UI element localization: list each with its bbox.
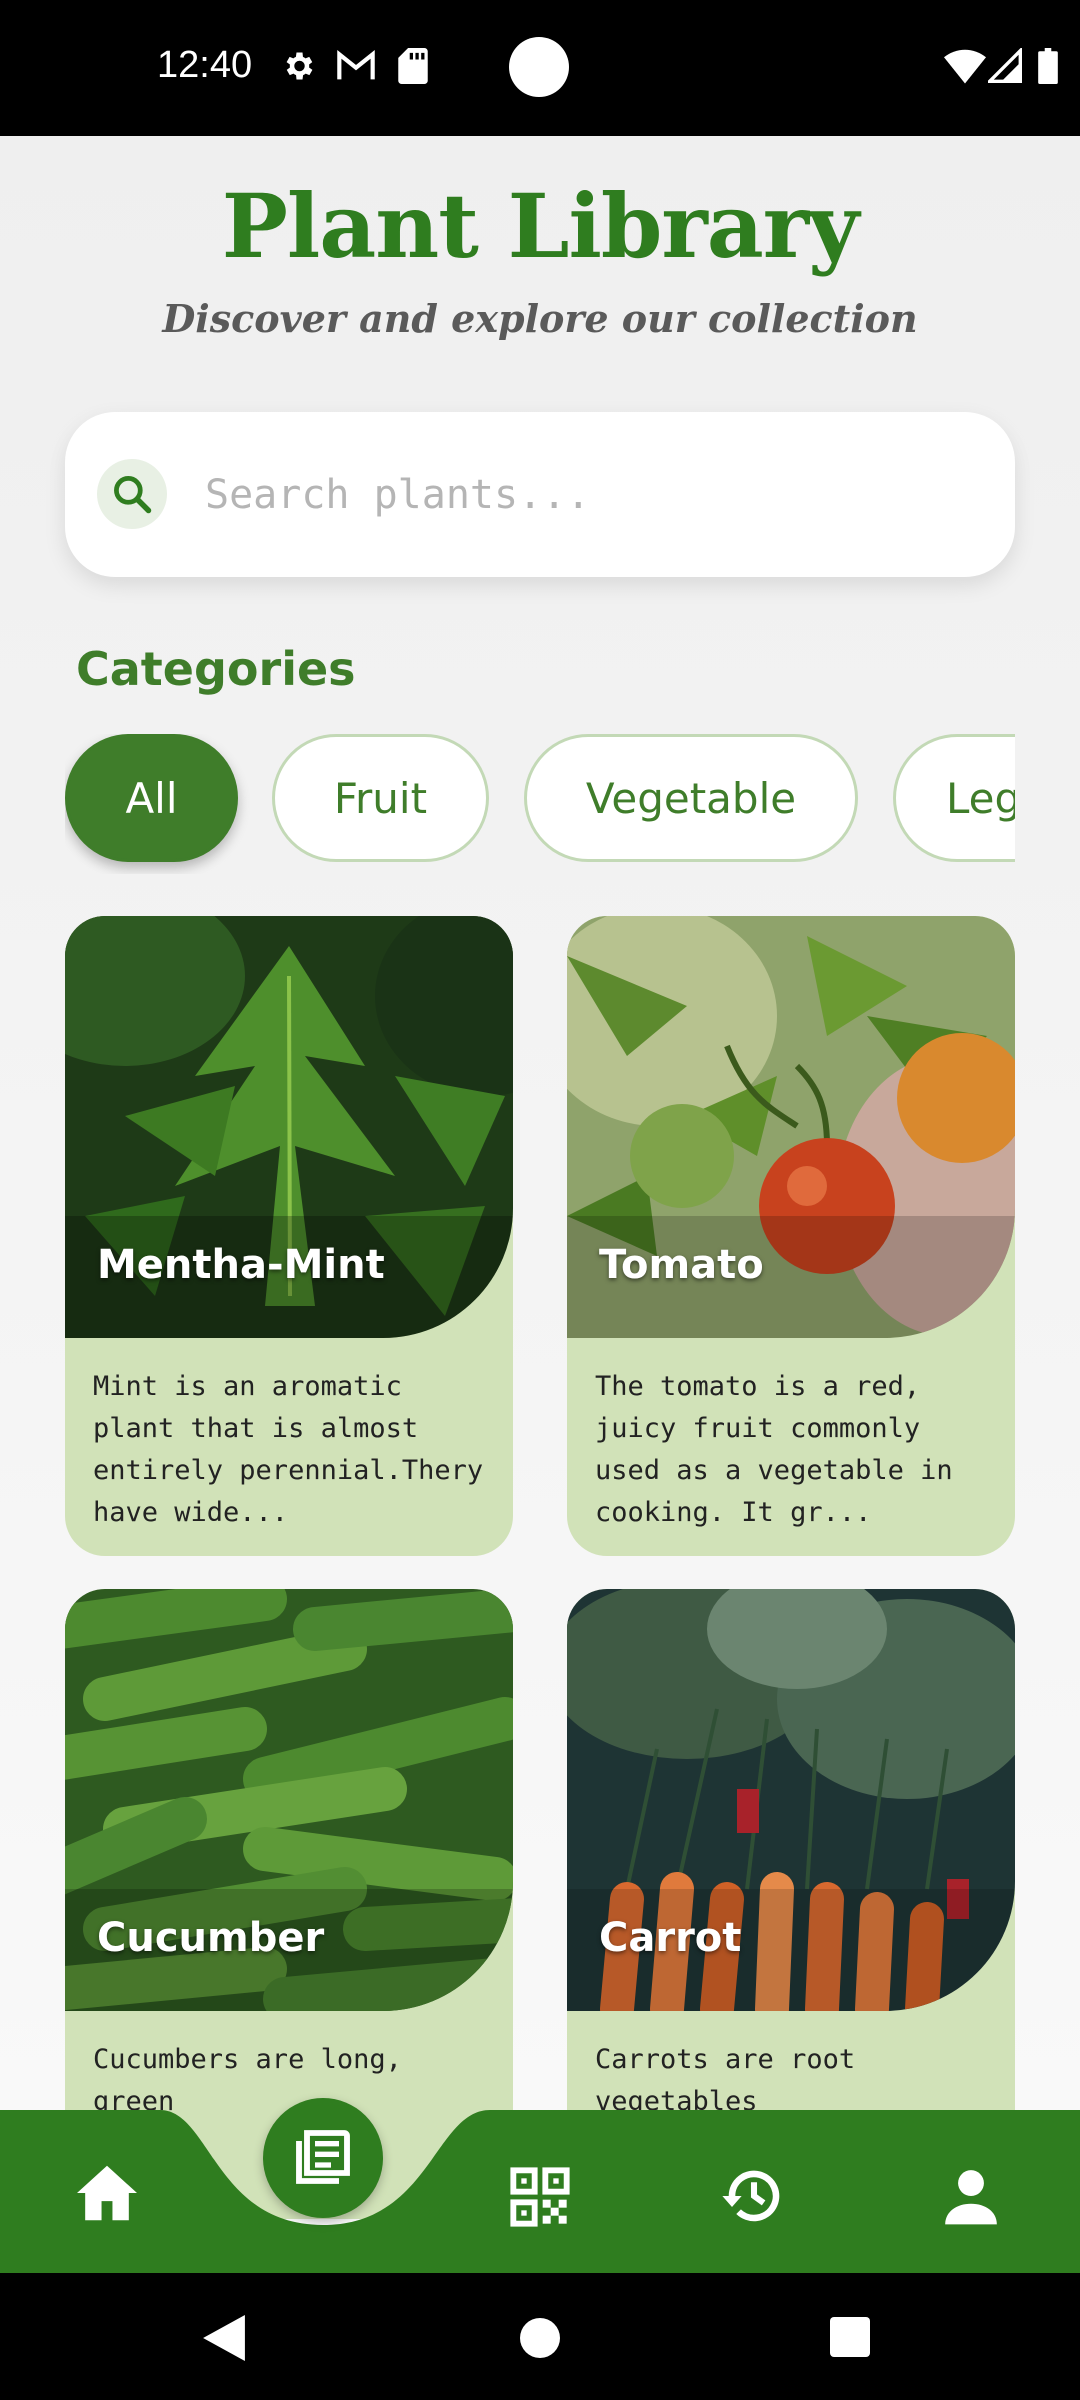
recents-icon[interactable]	[830, 2317, 870, 2357]
categories-title: Categories	[76, 642, 356, 696]
chip-vegetable[interactable]: Vegetable	[524, 734, 858, 862]
settings-icon	[286, 52, 313, 80]
library-icon[interactable]	[263, 2098, 383, 2218]
search-input[interactable]	[205, 452, 965, 537]
search-bar[interactable]	[65, 412, 1015, 577]
page-subtitle: Discover and explore our collection	[162, 296, 918, 341]
battery-icon	[1038, 48, 1058, 84]
sd-card-icon	[398, 48, 428, 84]
plant-name: Carrot	[599, 1915, 742, 1961]
search-icon[interactable]	[97, 459, 167, 529]
front-camera	[509, 37, 569, 97]
status-bar: 12:40	[0, 0, 1080, 136]
system-navigation-bar	[0, 2273, 1080, 2400]
chip-fruit[interactable]: Fruit	[272, 734, 489, 862]
plant-image-tomato: Tomato	[567, 916, 1015, 1338]
plant-name: Mentha-Mint	[97, 1242, 385, 1288]
gmail-icon	[337, 49, 375, 80]
plant-card-mint[interactable]: Mentha-Mint Mint is an aromatic plant th…	[65, 916, 513, 1556]
plant-image-mint: Mentha-Mint	[65, 916, 513, 1338]
qr-code-icon[interactable]	[508, 2165, 572, 2229]
profile-icon[interactable]	[940, 2165, 1002, 2227]
plant-image-carrot: Carrot	[567, 1589, 1015, 2011]
signal-icon	[988, 48, 1022, 83]
home-button-icon[interactable]	[520, 2318, 560, 2358]
plant-library-screen: Plant Library Discover and explore our c…	[0, 136, 1080, 2273]
status-time: 12:40	[157, 44, 253, 86]
chip-legume[interactable]: Leg	[893, 734, 1015, 862]
back-icon[interactable]	[203, 2315, 245, 2361]
history-icon[interactable]	[720, 2163, 788, 2229]
plant-card-tomato[interactable]: Tomato The tomato is a red, juicy fruit …	[567, 916, 1015, 1556]
chip-all[interactable]: All	[65, 734, 238, 862]
plant-description: Mint is an aromatic plant that is almost…	[93, 1371, 484, 1528]
page-title: Plant Library	[221, 174, 860, 278]
plant-description: The tomato is a red, juicy fruit commonl…	[595, 1371, 953, 1528]
plant-name: Cucumber	[97, 1915, 325, 1961]
wifi-icon	[944, 49, 986, 84]
plant-image-cucumber: Cucumber	[65, 1589, 513, 2011]
home-icon[interactable]	[74, 2163, 140, 2223]
plant-name: Tomato	[599, 1242, 764, 1288]
category-chips: All Fruit Vegetable Leg	[65, 734, 1015, 874]
